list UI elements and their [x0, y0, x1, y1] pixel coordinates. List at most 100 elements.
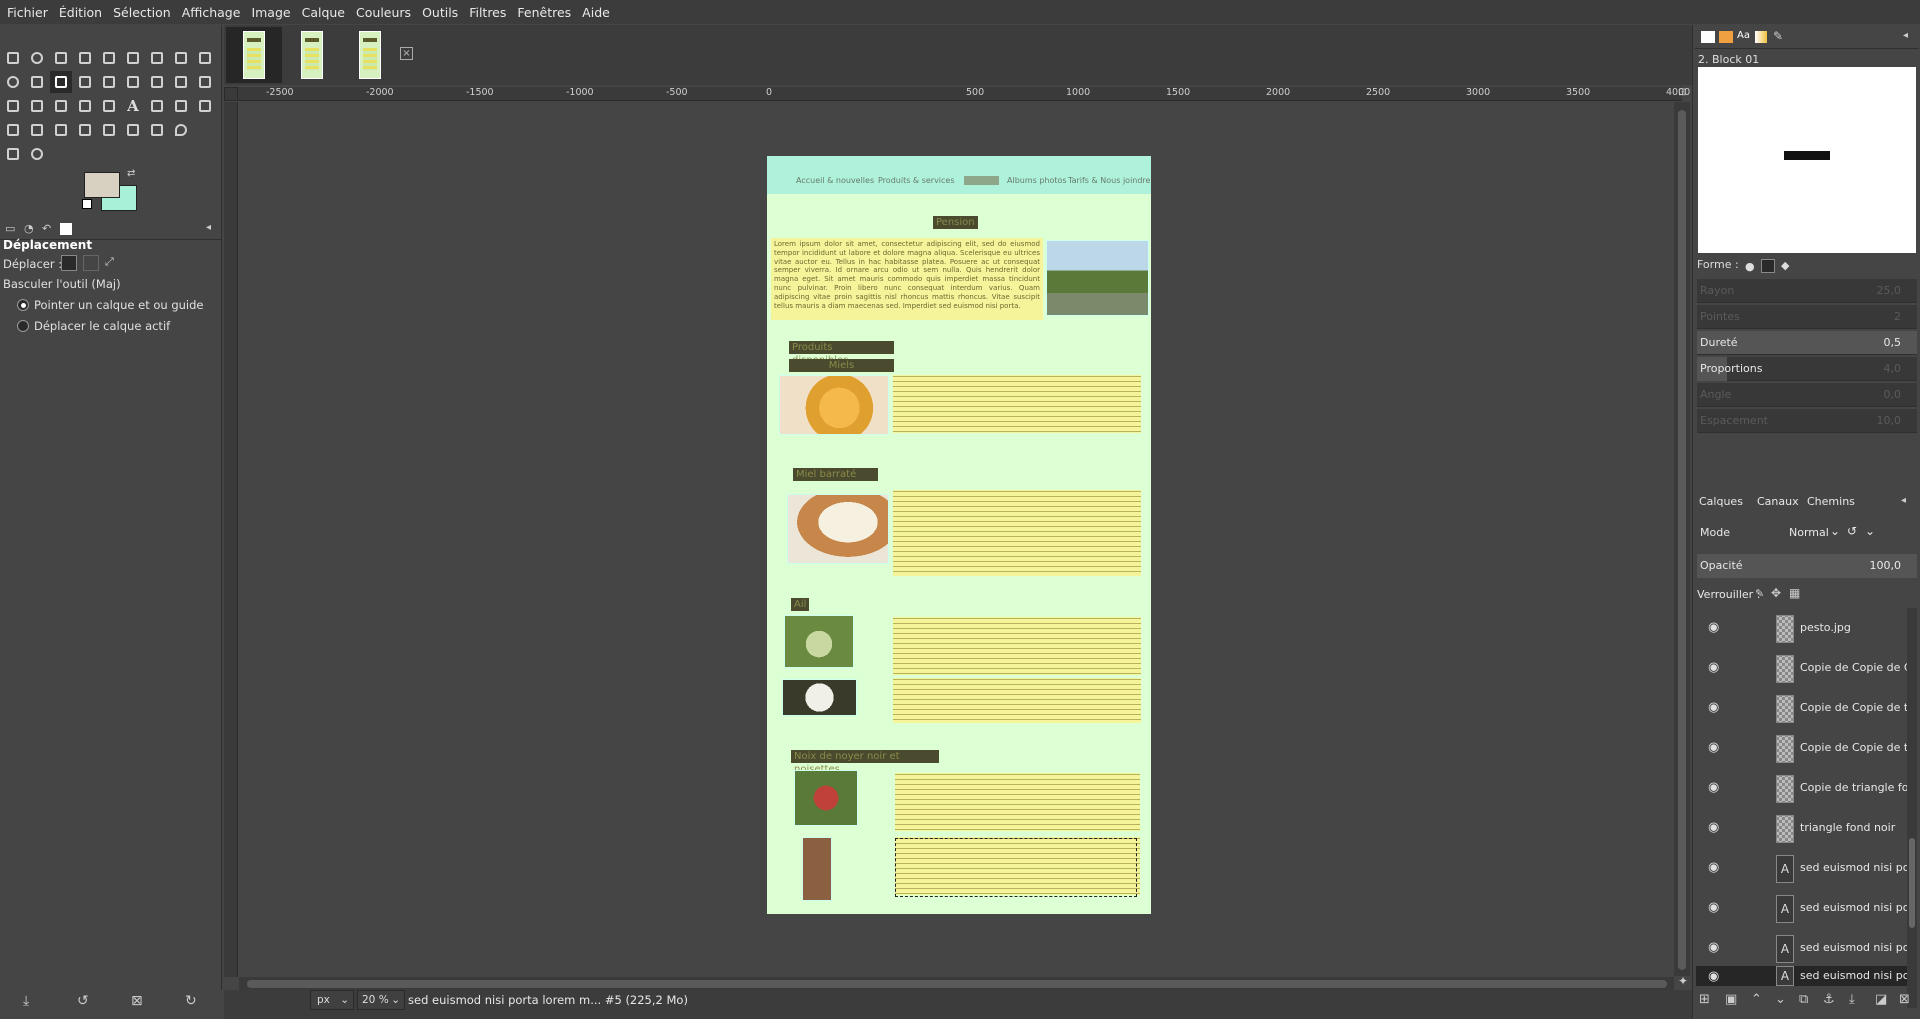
layer-name[interactable]: Copie de Copie de Co	[1800, 661, 1910, 674]
layer-row[interactable]: ◉ Copie de Copie de tria	[1696, 728, 1911, 768]
slider-espacement[interactable]: Espacement 10,0	[1697, 409, 1917, 433]
mypaint-tool[interactable]	[170, 95, 192, 117]
cage-tool[interactable]	[2, 95, 24, 117]
delete-options-icon[interactable]: ⊠	[131, 993, 143, 1009]
eye-icon[interactable]: ◉	[1708, 740, 1719, 755]
lock-alpha-icon[interactable]: ▦	[1789, 586, 1800, 600]
eraser-tool[interactable]	[26, 119, 48, 141]
duplicate-layer-icon[interactable]: ⧉	[1799, 992, 1808, 1007]
dodge-burn-tool[interactable]	[26, 143, 48, 165]
dock-menu-icon[interactable]: ◂	[1901, 495, 1906, 506]
patterns-tab-icon[interactable]	[1719, 31, 1733, 43]
layer-row[interactable]: ◉ Copie de Copie de Co	[1696, 648, 1911, 688]
vertical-scrollbar[interactable]	[1674, 102, 1690, 976]
slider-durete[interactable]: Dureté 0,5	[1697, 331, 1917, 355]
bucket-fill-tool[interactable]	[98, 95, 120, 117]
image-canvas-page[interactable]: Accueil & nouvelles Produits & services …	[767, 156, 1151, 914]
warp-transform-tool[interactable]	[146, 71, 168, 93]
zoom-tool[interactable]	[2, 71, 24, 93]
add-mask-icon[interactable]: ◪	[1875, 992, 1887, 1007]
new-layer-icon[interactable]: ⊞	[1699, 992, 1710, 1007]
save-options-icon[interactable]: ⤓	[23, 993, 29, 1009]
circle-shape-icon[interactable]: ●	[1745, 260, 1755, 273]
perspective-clone-tool[interactable]	[146, 119, 168, 141]
foreground-color-swatch[interactable]	[84, 172, 120, 198]
foreground-select-tool[interactable]	[146, 47, 168, 69]
eye-icon[interactable]: ◉	[1708, 969, 1719, 984]
layer-name[interactable]: sed euismod nisi porta	[1800, 941, 1910, 954]
crop-tool[interactable]	[98, 71, 120, 93]
raise-layer-icon[interactable]: ⌃	[1751, 992, 1762, 1007]
layer-row[interactable]: ◉ Copie de Copie de tria	[1696, 688, 1911, 728]
move-selection-mode-button[interactable]	[83, 255, 99, 271]
undo-history-tab-icon[interactable]: ↶	[42, 222, 51, 235]
layer-name[interactable]: triangle fond noir	[1800, 821, 1910, 834]
move-path-mode-button[interactable]: ⤢	[105, 255, 114, 269]
layer-row[interactable]: ◉ Copie de triangle fond	[1696, 768, 1911, 808]
move-tool[interactable]	[50, 71, 72, 93]
dock-menu-icon[interactable]: ◂	[1903, 30, 1908, 41]
reset-options-icon[interactable]: ↻	[185, 993, 197, 1009]
opacity-slider[interactable]: Opacité 100,0	[1697, 554, 1917, 578]
horizontal-scroll-thumb[interactable]	[247, 980, 1667, 988]
smudge-tool[interactable]	[2, 143, 24, 165]
image-tab-2[interactable]	[284, 27, 340, 83]
layer-name[interactable]: sed euismod nisi porta	[1800, 969, 1910, 982]
tab-chemins[interactable]: Chemins	[1807, 495, 1855, 508]
slider-rayon[interactable]: Rayon 25,0	[1697, 279, 1917, 303]
tab-canaux[interactable]: Canaux	[1757, 495, 1799, 508]
layer-row[interactable]: ◉ pesto.jpg	[1696, 608, 1911, 648]
eye-icon[interactable]: ◉	[1708, 700, 1719, 715]
mode-select[interactable]: Normal	[1789, 526, 1829, 539]
ink-tool[interactable]	[74, 119, 96, 141]
reset-mode-icon[interactable]: ↺	[1847, 524, 1857, 538]
paintbrush-tool[interactable]	[2, 119, 24, 141]
paths-tool[interactable]	[170, 47, 192, 69]
pencil-tool[interactable]	[194, 95, 216, 117]
menu-fenetres[interactable]: Fenêtres	[517, 5, 571, 20]
vertical-scroll-thumb[interactable]	[1678, 110, 1686, 970]
layer-row[interactable]: ◉ Ased euismod nisi porta	[1696, 888, 1911, 928]
unit-select[interactable]: px ⌄	[310, 990, 354, 1010]
image-tab-1[interactable]	[226, 27, 282, 83]
fuzzy-select-tool[interactable]	[74, 47, 96, 69]
layers-scrollbar[interactable]	[1907, 608, 1917, 1008]
radio-pick-layer[interactable]	[17, 299, 29, 311]
lasso-tool[interactable]	[50, 47, 72, 69]
clone-tool[interactable]	[98, 119, 120, 141]
layer-row[interactable]: ◉ Ased euismod nisi porta	[1696, 848, 1911, 888]
images-tab-icon[interactable]	[60, 223, 72, 235]
layer-name[interactable]: Copie de Copie de tria	[1800, 741, 1910, 754]
device-status-tab-icon[interactable]: ◔	[24, 222, 34, 235]
nplus-tool[interactable]	[74, 95, 96, 117]
text-tool[interactable]: A	[122, 95, 144, 117]
slider-proportions[interactable]: Proportions 4,0	[1697, 357, 1917, 381]
anchor-layer-icon[interactable]: ⚓	[1823, 992, 1835, 1007]
measure-tool[interactable]	[26, 71, 48, 93]
perspective-tool[interactable]	[194, 71, 216, 93]
image-tab-3[interactable]	[342, 27, 398, 83]
brushes-tab-icon[interactable]	[1701, 31, 1715, 43]
eye-icon[interactable]: ◉	[1708, 900, 1719, 915]
layer-name[interactable]: Copie de triangle fond	[1800, 781, 1910, 794]
seamless-clone-tool[interactable]	[50, 95, 72, 117]
blur-tool[interactable]	[170, 119, 192, 141]
close-tab-icon[interactable]: ×	[400, 47, 413, 60]
lock-pixels-icon[interactable]: ✎	[1755, 587, 1764, 600]
layer-name[interactable]: sed euismod nisi porta	[1800, 861, 1910, 874]
radio-move-active-label[interactable]: Déplacer le calque actif	[34, 319, 170, 333]
eye-icon[interactable]: ◉	[1708, 620, 1719, 635]
horizontal-scrollbar[interactable]	[239, 977, 1674, 991]
flip-tool[interactable]	[170, 71, 192, 93]
eye-icon[interactable]: ◉	[1708, 940, 1719, 955]
layer-name[interactable]: sed euismod nisi porta	[1800, 901, 1910, 914]
swap-colors-icon[interactable]: ⇄	[127, 168, 135, 179]
navigate-icon[interactable]: ✦	[1678, 974, 1688, 988]
layer-name[interactable]: Copie de Copie de tria	[1800, 701, 1910, 714]
layer-name[interactable]: pesto.jpg	[1800, 621, 1910, 634]
color-select-tool[interactable]	[98, 47, 120, 69]
menu-edition[interactable]: Édition	[59, 5, 102, 20]
menu-outils[interactable]: Outils	[422, 5, 458, 20]
heal-tool[interactable]	[122, 119, 144, 141]
slider-pointes[interactable]: Pointes 2	[1697, 305, 1917, 329]
